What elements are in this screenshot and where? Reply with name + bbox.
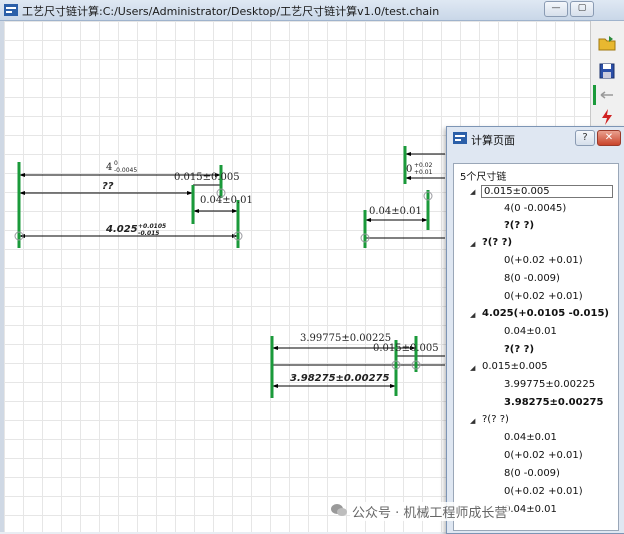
- help-button[interactable]: ?: [575, 130, 595, 146]
- app-window: 工艺尺寸链计算:C:/Users/Administrator/Desktop/工…: [0, 0, 624, 534]
- lightning-icon[interactable]: [597, 107, 617, 127]
- chain-tree[interactable]: 5个尺寸链 ◢ 0.015±0.005 4(0 -0.0045) ?(? ?) …: [453, 163, 619, 531]
- dim-label-4025: 4.025: [106, 224, 138, 235]
- dim-label-398275: 3.98275±0.00275: [290, 373, 390, 384]
- tree-child-node[interactable]: 3.99775±0.00225: [504, 379, 595, 390]
- tree-child-node[interactable]: 8(0 -0.009): [504, 468, 560, 479]
- dim-label-frag-lower: +0.01: [414, 169, 433, 176]
- tree-child-node[interactable]: 4(0 -0.0045): [504, 203, 566, 214]
- dim-label-004-b: 0.04±0.01: [369, 206, 422, 217]
- dialog-title: 计算页面: [471, 134, 515, 147]
- tree-child-node[interactable]: 3.98275±0.00275: [504, 397, 603, 408]
- collapse-triangle-icon[interactable]: ◢: [470, 240, 475, 248]
- tree-child-node[interactable]: 0.04±0.01: [504, 504, 557, 515]
- dialog-app-icon: [453, 132, 467, 144]
- tree-child-node[interactable]: 0(+0.02 +0.01): [504, 486, 583, 497]
- dim-label-unknown: ??: [102, 181, 114, 192]
- tree-child-node[interactable]: ?(? ?): [504, 220, 534, 231]
- tree-child-node[interactable]: 0.04±0.01: [504, 432, 557, 443]
- close-button[interactable]: ✕: [597, 130, 621, 146]
- open-folder-icon[interactable]: [597, 33, 617, 53]
- wechat-icon: [331, 504, 347, 516]
- tree-child-node[interactable]: 0(+0.02 +0.01): [504, 291, 583, 302]
- save-icon[interactable]: [597, 61, 617, 81]
- collapse-triangle-icon[interactable]: ◢: [470, 188, 475, 196]
- dim-label-4: 4: [106, 162, 113, 173]
- tree-root-node[interactable]: 4.025(+0.0105 -0.015): [482, 308, 609, 319]
- arrow-left-icon[interactable]: [597, 85, 617, 105]
- dim-label-frag: 0: [406, 164, 413, 175]
- calculation-dialog: 计算页面 ? ✕ 5个尺寸链 ◢ 0.015±0.005 4(0 -0.0045…: [446, 126, 624, 534]
- dim-label-4025-lower: -0.015: [138, 230, 160, 237]
- green-line-icon: [593, 85, 596, 105]
- tree-header: 5个尺寸链: [460, 172, 507, 183]
- tree-child-node[interactable]: 8(0 -0.009): [504, 273, 560, 284]
- dim-label-004: 0.04±0.01: [200, 195, 253, 206]
- dim-label-0015-b: 0.015±0.005: [373, 343, 439, 354]
- tree-root-node[interactable]: ?(? ?): [482, 237, 512, 248]
- tree-child-node[interactable]: 0(+0.02 +0.01): [504, 255, 583, 266]
- tree-child-node[interactable]: ?(? ?): [504, 344, 534, 355]
- watermark-text: 公众号 · 机械工程师成长营: [350, 502, 510, 521]
- tree-root-node[interactable]: 0.015±0.005: [482, 361, 548, 372]
- collapse-triangle-icon[interactable]: ◢: [470, 417, 475, 425]
- dim-label-4-lower: -0.0045: [114, 167, 138, 174]
- tree-root-node[interactable]: 0.015±0.005: [481, 185, 613, 198]
- tree-child-node[interactable]: 0(+0.02 +0.01): [504, 450, 583, 461]
- dialog-title-bar[interactable]: 计算页面 ? ✕: [447, 127, 624, 149]
- dim-label-0015: 0.015±0.005: [174, 172, 240, 183]
- collapse-triangle-icon[interactable]: ◢: [470, 364, 475, 372]
- collapse-triangle-icon[interactable]: ◢: [470, 311, 475, 319]
- tree-child-node[interactable]: 0.04±0.01: [504, 326, 557, 337]
- tree-root-node[interactable]: ?(? ?): [482, 414, 509, 425]
